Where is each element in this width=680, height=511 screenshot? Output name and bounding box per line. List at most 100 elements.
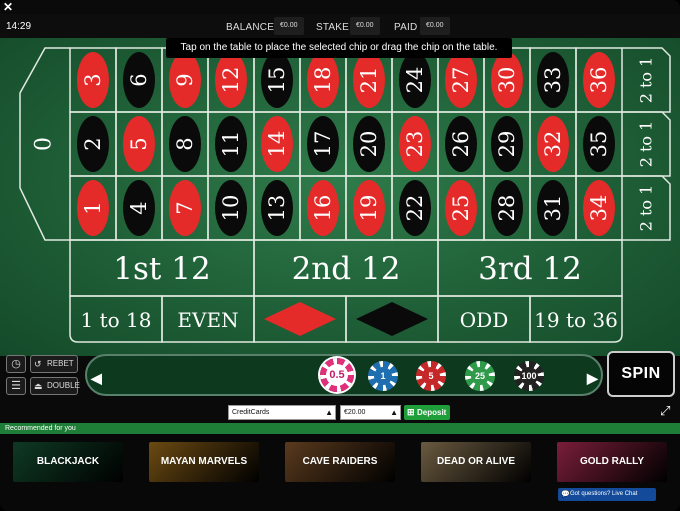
high-bet-label: 19 to 36 [534,308,618,332]
rebet-icon: ↺ [34,359,42,369]
history-icon[interactable]: ◷ [6,355,26,373]
chip-1[interactable]: 1 [368,361,398,391]
number-label-5: 5 [127,137,151,150]
number-label-20: 20 [357,131,381,158]
number-label-27: 27 [449,67,473,94]
number-label-3: 3 [81,73,105,86]
number-label-31: 31 [541,195,565,222]
chip-value-label: 100 [520,367,538,385]
chat-icon: 💬 [561,491,570,498]
number-label-16: 16 [311,195,335,222]
paid-label: PAID [394,22,418,33]
number-label-29: 29 [495,131,519,158]
dozen-label: 2nd 12 [292,251,401,287]
game-tile[interactable]: BLACKJACK [13,442,123,482]
top-bar: 14:29 BALANCE €0.00 STAKE €0.00 PAID €0.… [0,14,680,38]
game-title: DEAD OR ALIVE [437,456,515,467]
caret-icon: ▲ [390,408,398,417]
number-label-32: 32 [541,131,565,158]
chip-0.5[interactable]: 0.5 [320,358,354,392]
game-tile[interactable]: MAYAN MARVELS [149,442,259,482]
payment-method-select[interactable]: CreditCards ▲ [228,405,336,420]
black-diamond: BLACK [356,302,428,336]
number-label-7: 7 [173,201,197,214]
number-label-14: 14 [265,131,289,158]
column-bet-label: 2 to 1 [637,57,656,104]
live-chat-button[interactable]: 💬 Got questions? Live Chat [558,488,656,501]
number-label-18: 18 [311,67,335,94]
deposit-icon: ⊞ [407,407,415,417]
menu-icon[interactable]: ☰ [6,377,26,395]
odd-bet-label: ODD [460,308,508,332]
deposit-bar: CreditCards ▲ €20.00 ▲ ⊞ Deposit ⤢ [0,404,680,422]
instruction-message: Tap on the table to place the selected c… [166,38,512,58]
chip-value-label: 1 [374,367,392,385]
game-title: CAVE RAIDERS [302,456,378,467]
number-label-33: 33 [541,67,565,94]
spin-button[interactable]: SPIN [607,351,675,397]
deposit-button[interactable]: ⊞ Deposit [404,405,450,420]
chip-tray: ◀ 0.5 1 5 25 100 ▶ [85,354,603,396]
fullscreen-icon[interactable]: ⤢ [660,404,674,419]
game-title: BLACKJACK [36,456,100,467]
chip-100[interactable]: 100 [514,361,544,391]
number-label-34: 34 [587,195,611,222]
number-label-4: 4 [127,201,151,214]
number-label-13: 13 [265,195,289,222]
number-label-17: 17 [311,131,335,158]
game-title: GOLD RALLY [579,456,645,467]
stake-value: €0.00 [350,17,380,35]
red-diamond: RED [264,302,336,336]
roulette-table: 0 3 6 9 12 15 18 21 24 27 30 33 36 2 5 8 11 14 17 20 23 26 29 3… [0,38,680,356]
chip-5[interactable]: 5 [416,361,446,391]
game-tile[interactable]: DEAD OR ALIVE [421,442,531,482]
column-bet-label: 2 to 1 [637,185,656,232]
number-label-8: 8 [173,137,197,150]
number-label-6: 6 [127,73,151,86]
stake-label: STAKE [316,22,350,33]
dozen-label: 1st 12 [113,251,210,287]
chevron-right-icon[interactable]: ▶ [587,370,598,387]
number-label-30: 30 [495,67,519,94]
double-icon: ⏏ [34,381,43,391]
dozen-label: 3rd 12 [478,251,582,287]
clock: 14:29 [6,21,32,32]
number-label-21: 21 [357,67,381,94]
deposit-amount-select[interactable]: €20.00 ▲ [340,405,401,420]
recommended-header: Recommended for you [0,423,680,434]
low-bet-label: 1 to 18 [81,308,152,332]
rebet-button[interactable]: ↺ REBET [30,355,78,373]
game-title: MAYAN MARVELS [160,456,248,467]
number-label-10: 10 [219,195,243,222]
number-label-23: 23 [403,131,427,158]
game-tile[interactable]: GOLD RALLY [557,442,667,482]
game-window: ✕ 14:29 BALANCE €0.00 STAKE €0.00 PAID €… [0,0,680,511]
chip-value-label: 25 [471,367,489,385]
zero-label: 0 [32,137,57,151]
number-label-26: 26 [449,131,473,158]
chip-value-label: 5 [422,367,440,385]
number-label-9: 9 [173,73,197,86]
number-label-11: 11 [219,131,243,158]
close-icon[interactable]: ✕ [3,1,15,13]
paid-value: €0.00 [420,17,450,35]
caret-icon: ▲ [325,408,333,417]
double-button[interactable]: ⏏ DOUBLE [30,377,80,395]
number-label-1: 1 [81,201,105,214]
number-label-24: 24 [403,67,427,94]
game-tile[interactable]: CAVE RAIDERS [285,442,395,482]
betting-layout: 03 6 9 12 15 18 21 24 27 30 33 362 5 8 11 14 17 20 23 26 29 3… [19,47,671,343]
chip-25[interactable]: 25 [465,361,495,391]
number-label-36: 36 [587,67,611,94]
number-label-28: 28 [495,195,519,222]
balance-value: €0.00 [274,17,304,35]
number-label-25: 25 [449,195,473,222]
chevron-left-icon[interactable]: ◀ [91,370,102,387]
number-label-22: 22 [403,195,427,222]
number-label-35: 35 [587,131,611,158]
column-bet-label: 2 to 1 [637,121,656,168]
number-label-19: 19 [357,195,381,222]
even-bet-label: EVEN [177,308,238,332]
balance-label: BALANCE [226,22,275,33]
controls-bar: ◷ ☰ ↺ REBET ⏏ DOUBLE ◀ 0.5 1 5 25 100 ▶ SPIN [0,349,680,405]
